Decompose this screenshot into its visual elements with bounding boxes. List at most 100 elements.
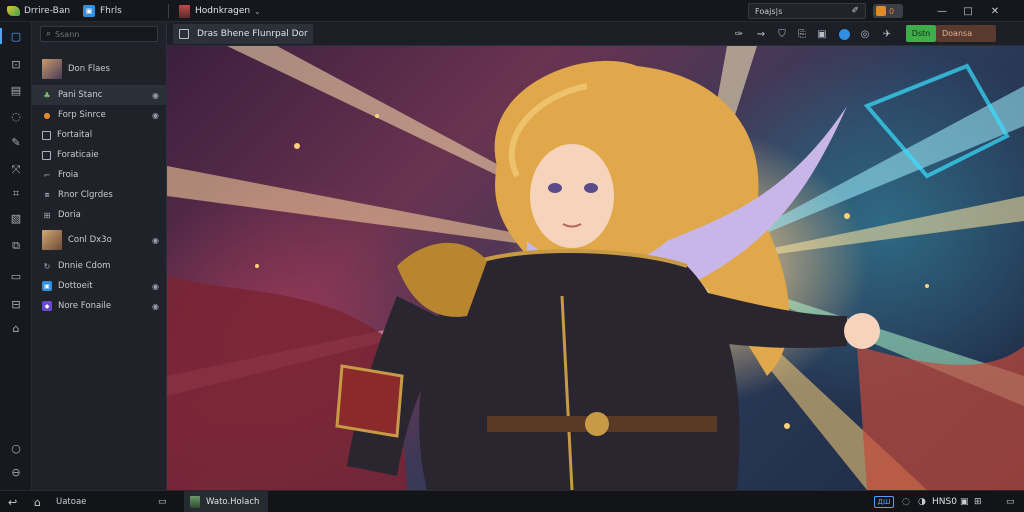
notification-count: 0	[889, 6, 895, 16]
close-button[interactable]: ✕	[985, 0, 1005, 22]
save-icon[interactable]: ⛉	[775, 26, 789, 42]
search-clear-icon[interactable]: ✐	[851, 6, 859, 16]
chevron-down-icon[interactable]: ⌄	[254, 0, 261, 22]
image-icon[interactable]: ▣	[815, 26, 829, 42]
settings-icon[interactable]: ⊖	[6, 462, 26, 482]
open-file-tab[interactable]: Wato.Holach	[184, 491, 268, 512]
app-logo-icon	[5, 0, 21, 22]
eye-icon[interactable]: ◉	[152, 282, 159, 291]
component-icon: ◆	[42, 301, 52, 311]
layer-search[interactable]: ⌕	[40, 26, 158, 42]
file-label: Wato.Holach	[206, 497, 260, 507]
eye-icon[interactable]: ◉	[152, 302, 159, 311]
layer-label: Pani Stanc	[58, 90, 103, 100]
minimize-button[interactable]: —	[932, 0, 952, 22]
assets-icon[interactable]: ⌂	[6, 318, 26, 338]
battery-icon[interactable]: ◑	[918, 491, 926, 512]
artwork-canvas[interactable]	[167, 46, 1024, 490]
document-toolbar: Dras Bhene Flunrpal Dor ✑ ⇝ ⛉ ⎘ ▣ ◎ ✈ Ds…	[167, 22, 1024, 46]
eye-icon[interactable]: ◉	[152, 91, 159, 100]
blue-dot-icon[interactable]	[837, 26, 851, 42]
notification-badge[interactable]: 0	[873, 4, 903, 18]
export-button[interactable]: Dstn	[906, 25, 936, 42]
layer-item[interactable]: Fortaital	[32, 125, 167, 145]
select-icon[interactable]: ▢	[0, 26, 26, 46]
stack-icon[interactable]: ⧉	[6, 236, 26, 256]
project-name[interactable]: Hodnkragen	[195, 0, 250, 22]
figure-icon: ♣	[43, 90, 51, 100]
wifi-icon[interactable]: ◌	[902, 491, 910, 512]
panel-toggle-icon[interactable]: ▭	[158, 491, 167, 512]
layer-label: Fortaital	[57, 130, 93, 140]
layer-item[interactable]: ⊞ Doria	[32, 205, 167, 225]
pen-icon[interactable]: ✑	[732, 26, 746, 42]
title-bar: Drrire-Ban ▣ Fhrls Hodnkragen ⌄ ✐ 0 — □ …	[0, 0, 1024, 22]
help-icon[interactable]: ○	[6, 438, 26, 458]
sync-icon: ↻	[43, 261, 51, 271]
notification-icon[interactable]: ▭	[1006, 491, 1015, 512]
monitor-icon[interactable]: ▣	[960, 491, 969, 512]
network-icon[interactable]: ⊞	[974, 491, 982, 512]
layer-group-2[interactable]: Conl Dx3o ◉	[32, 227, 167, 253]
crop-icon[interactable]: ⌗	[6, 184, 26, 204]
eye-icon[interactable]: ◉	[152, 236, 159, 245]
app-name: Drrire-Ban	[24, 6, 71, 16]
pin-icon[interactable]: ✈	[880, 26, 894, 42]
transform-icon[interactable]: ⤧	[6, 160, 26, 180]
image-layer-icon: ▣	[42, 281, 52, 291]
eye-icon[interactable]: ◉	[152, 111, 159, 120]
menu-button[interactable]: Fhrls	[100, 0, 122, 22]
plugin-icon[interactable]: ▭	[6, 266, 26, 286]
copy-icon[interactable]: ⎘	[795, 26, 809, 42]
home-icon[interactable]: ⌂	[34, 491, 41, 512]
search-input[interactable]	[755, 6, 845, 16]
home-label[interactable]: Uatoae	[56, 491, 86, 512]
brush-icon[interactable]: ✎	[6, 132, 26, 152]
sync-icon[interactable]: ◎	[858, 26, 872, 42]
layer-item[interactable]: ● Forp Sinrce ◉	[32, 105, 167, 125]
clock: HNS0	[932, 497, 957, 507]
layer-item[interactable]: Foraticaie	[32, 145, 167, 165]
layer-item[interactable]: ▣ Dottoeit ◉	[32, 276, 167, 296]
orange-cloth	[857, 346, 1024, 490]
frame-layer-icon	[42, 150, 51, 160]
search-box[interactable]: ✐	[748, 3, 866, 19]
tool-rail: ▢ ⊡ ▤ ◌ ✎ ⤧ ⌗ ▧ ⧉ ▭ ⊟ ⌂ ○ ⊖	[0, 22, 32, 490]
layer-item[interactable]: ⌐ Froia	[32, 165, 167, 185]
layer-group-1[interactable]: Don Flaes	[32, 56, 167, 82]
search-icon: ⌕	[46, 29, 52, 39]
layer-search-input[interactable]	[55, 29, 136, 39]
status-bar: ↩ ⌂ Uatoae ▭ Wato.Holach ДШ ◌ ◑ HNS0 ▣ ⊞…	[0, 490, 1024, 512]
layer-thumbnail	[42, 59, 62, 79]
comment-icon[interactable]: ▧	[6, 208, 26, 228]
layer-label: Rnor Clgrdes	[58, 190, 113, 200]
grid-icon: ⊞	[43, 210, 51, 220]
layer-label: Foraticaie	[57, 150, 99, 160]
path-icon: ⌐	[43, 170, 51, 180]
maximize-button[interactable]: □	[958, 0, 978, 22]
layer-thumbnail	[42, 230, 62, 250]
menu-icon[interactable]: ▣	[82, 0, 96, 22]
share-icon[interactable]: ⇝	[754, 26, 768, 42]
frame-icon[interactable]: ▤	[6, 80, 26, 100]
layer-item[interactable]: ♣ Pani Stanc ◉	[32, 85, 167, 105]
keyboard-indicator[interactable]: ДШ	[874, 496, 894, 508]
character-hand	[844, 313, 880, 349]
project-thumbnail	[177, 0, 191, 22]
share-button[interactable]: Doansa	[936, 25, 996, 42]
layer-item[interactable]: ↻ Dnnie Cdom	[32, 256, 167, 276]
effect-icon: ●	[43, 110, 51, 120]
lasso-icon[interactable]: ◌	[6, 106, 26, 126]
layer-label: Doria	[58, 210, 81, 220]
toolbar-icons: ✑ ⇝ ⛉ ⎘ ▣ ◎ ✈	[167, 26, 1024, 42]
layer-item[interactable]: ◆ Nore Fonaile ◉	[32, 296, 167, 316]
layer-group-label: Conl Dx3o	[68, 235, 112, 245]
title-separator	[168, 4, 169, 18]
gauntlet	[335, 364, 404, 438]
layer-label: Dottoeit	[58, 281, 93, 291]
layers-icon[interactable]: ⊡	[6, 54, 26, 74]
artwork-illustration	[167, 46, 1024, 490]
layer-item[interactable]: ⧈ Rnor Clgrdes	[32, 185, 167, 205]
layout-icon[interactable]: ⊟	[6, 294, 26, 314]
back-icon[interactable]: ↩	[8, 491, 17, 512]
